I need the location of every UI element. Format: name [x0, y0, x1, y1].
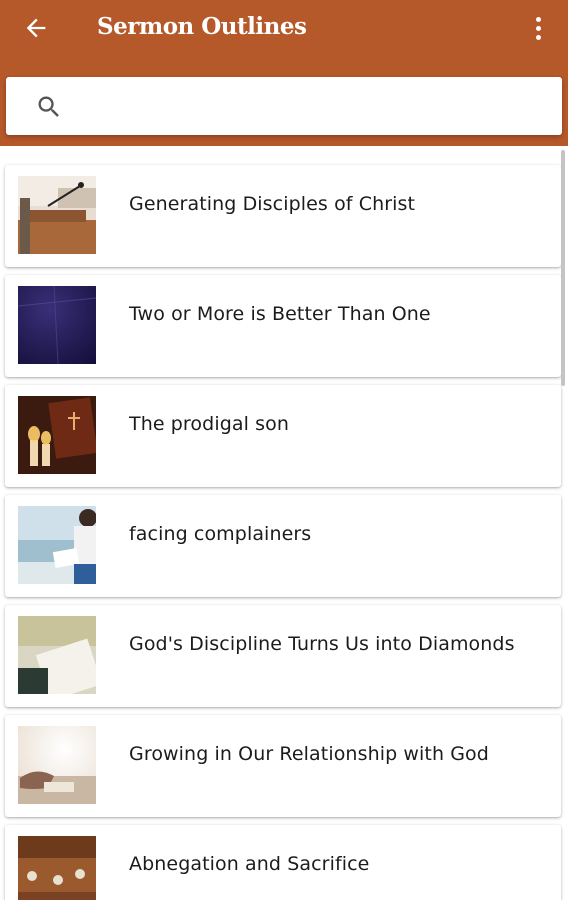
list-item-title: The prodigal son [129, 413, 289, 435]
thumbnail-image [18, 836, 96, 900]
more-vert-icon-dot [535, 25, 541, 31]
list-item[interactable]: facing complainers [5, 495, 561, 597]
arrow-back-icon [26, 18, 46, 38]
thumbnail-image [18, 286, 96, 364]
more-options-button[interactable] [522, 8, 554, 48]
more-vert-icon-dot [535, 34, 541, 40]
list-item[interactable]: Two or More is Better Than One [5, 275, 561, 377]
thumbnail-image [18, 176, 96, 254]
list-item[interactable]: Abnegation and Sacrifice [5, 825, 561, 900]
list-item-title: Generating Disciples of Christ [129, 193, 416, 215]
back-button[interactable] [14, 8, 58, 48]
thumbnail-image [18, 726, 96, 804]
list-item-title: Abnegation and Sacrifice [129, 853, 370, 875]
page-title: Sermon Outlines [97, 13, 307, 40]
search-bar[interactable] [6, 77, 562, 135]
search-icon [38, 96, 59, 117]
list-item[interactable]: Generating Disciples of Christ [5, 165, 561, 267]
app-bar: Sermon Outlines [0, 0, 568, 146]
list-item-title: God's Discipline Turns Us into Diamonds [129, 633, 515, 655]
more-vert-icon [535, 16, 541, 22]
list-item-title: Two or More is Better Than One [129, 303, 431, 325]
thumbnail-image [18, 506, 96, 584]
scrollbar[interactable] [561, 150, 565, 386]
list-item[interactable]: Growing in Our Relationship with God [5, 715, 561, 817]
thumbnail-image [18, 616, 96, 694]
thumbnail-image [18, 396, 96, 474]
search-input[interactable] [78, 85, 548, 127]
list-item-title: facing complainers [129, 523, 312, 545]
sermon-list[interactable]: Generating Disciples of Christ Two or Mo… [0, 146, 568, 900]
list-item[interactable]: The prodigal son [5, 385, 561, 487]
list-item[interactable]: God's Discipline Turns Us into Diamonds [5, 605, 561, 707]
list-item-title: Growing in Our Relationship with God [129, 743, 489, 765]
